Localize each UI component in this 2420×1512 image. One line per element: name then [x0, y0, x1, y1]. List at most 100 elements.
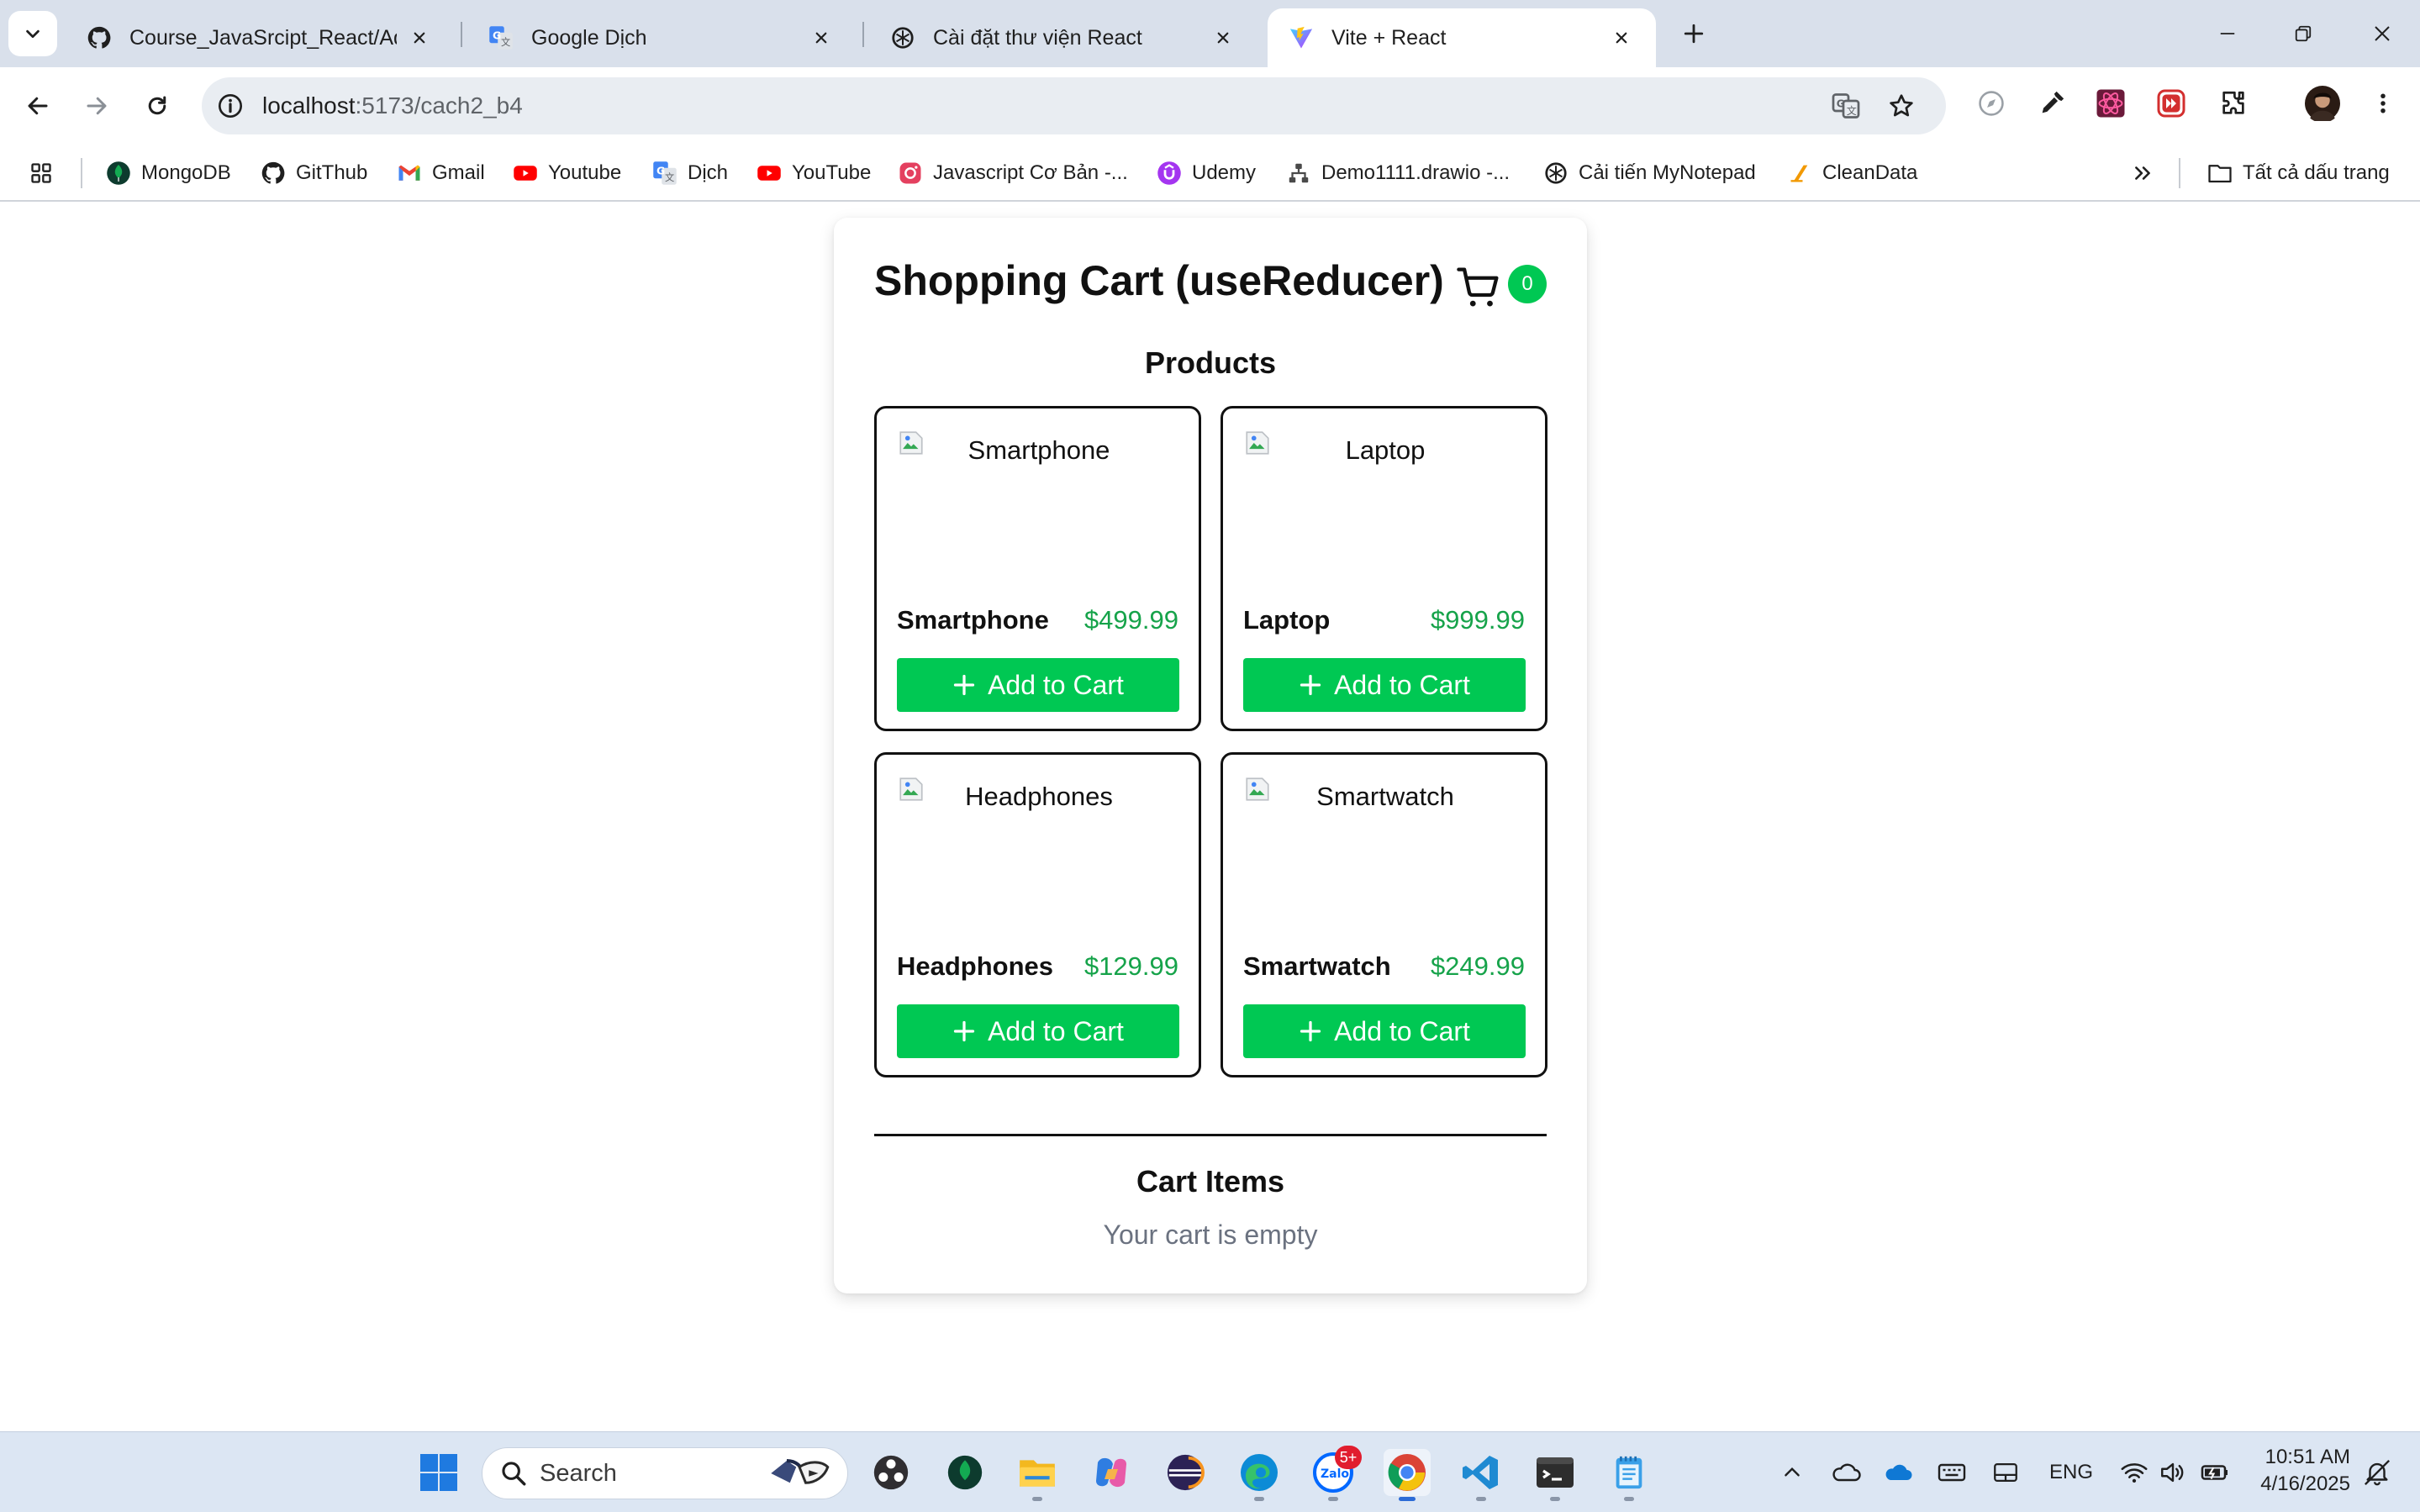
taskbar-terminal[interactable] — [1532, 1449, 1579, 1501]
chevron-down-icon — [26, 29, 40, 39]
bookmark-demo-drawio[interactable]: Demo1111.drawio -... — [1286, 156, 1510, 190]
restore-button[interactable] — [2278, 15, 2328, 52]
onedrive-business-icon[interactable] — [1880, 1456, 1916, 1489]
tab-search-button[interactable] — [8, 11, 57, 56]
more-bookmarks-button[interactable] — [2130, 156, 2165, 190]
plus-icon — [1300, 1020, 1321, 1042]
bookmark-label: CleanData — [1822, 161, 1918, 184]
onedrive-personal-icon[interactable] — [1827, 1456, 1864, 1489]
bookmark-dich[interactable]: G文 Dịch — [652, 156, 728, 190]
close-icon — [2375, 26, 2390, 41]
start-button[interactable] — [415, 1449, 462, 1496]
bookmark-gitthub[interactable]: GitThub — [261, 156, 367, 190]
close-tab-icon[interactable] — [809, 25, 834, 50]
products-heading: Products — [1144, 345, 1277, 380]
apps-grid-button[interactable] — [29, 156, 64, 190]
copilot-icon — [1096, 1457, 1126, 1488]
all-bookmarks-button[interactable]: Tất cả dấu trang — [2207, 156, 2390, 190]
taskbar-vscode[interactable] — [1458, 1449, 1505, 1501]
product-card-smartwatch: Smartwatch Smartwatch $249.99 Add to Car… — [1221, 752, 1547, 1077]
compass-extension-icon[interactable] — [1972, 84, 2011, 123]
tab-google-dich[interactable]: G文 Google Dịch — [467, 8, 856, 67]
bookmark-cai-tien-mynotepad[interactable]: Cải tiến MyNotepad — [1543, 156, 1756, 190]
react-devtools-extension-icon[interactable] — [2091, 84, 2130, 123]
add-to-cart-button[interactable]: Add to Cart — [1243, 658, 1526, 712]
taskbar-eclipse[interactable] — [1162, 1449, 1209, 1496]
product-price: $129.99 — [1083, 951, 1178, 981]
taskbar-obs[interactable] — [867, 1449, 915, 1496]
restore-icon — [2295, 25, 2312, 42]
cleandata-icon — [1787, 161, 1812, 186]
page-title: Shopping Cart (useReducer) — [874, 257, 1444, 304]
taskbar-zalo[interactable]: Zalo 5+ — [1310, 1446, 1362, 1501]
close-tab-icon[interactable] — [407, 25, 432, 50]
close-tab-icon[interactable] — [1210, 25, 1236, 50]
touchpad-icon[interactable] — [1987, 1456, 2024, 1489]
profile-avatar[interactable] — [2303, 84, 2342, 123]
extensions-puzzle-icon[interactable] — [2214, 84, 2253, 123]
volume-icon[interactable] — [2155, 1456, 2191, 1489]
svg-text:G: G — [656, 164, 665, 176]
language-indicator[interactable]: ENG — [2044, 1456, 2098, 1489]
taskbar-copilot[interactable] — [1088, 1449, 1135, 1496]
wifi-icon[interactable] — [2117, 1456, 2152, 1489]
forward-button[interactable] — [76, 85, 118, 127]
tab-course-javascript[interactable]: Course_JavaSrcipt_React/Admin — [66, 8, 454, 67]
running-indicator — [1328, 1497, 1338, 1501]
minimize-icon — [2220, 33, 2235, 34]
back-button[interactable] — [17, 85, 59, 127]
taskbar-edge[interactable] — [1236, 1449, 1283, 1501]
notifications-icon[interactable] — [2359, 1456, 2396, 1489]
battery-icon[interactable] — [2197, 1456, 2233, 1489]
taskbar-search-box[interactable]: Search — [482, 1447, 848, 1499]
add-to-cart-button[interactable]: Add to Cart — [897, 1004, 1179, 1058]
product-name: Laptop — [1243, 605, 1331, 635]
reload-button[interactable] — [136, 85, 178, 127]
tab-cai-dat-thu-vien-react[interactable]: Cài đặt thư viện React — [869, 8, 1257, 67]
bookmark-youtube-1[interactable]: Youtube — [513, 156, 621, 190]
add-to-cart-label: Add to Cart — [1334, 669, 1470, 700]
shopping-cart-icon[interactable] — [1456, 265, 1501, 310]
bookmark-javascript-co-ban[interactable]: Javascript Cơ Bản -... — [898, 156, 1128, 190]
add-to-cart-label: Add to Cart — [1334, 1015, 1470, 1046]
bookmark-youtube-2[interactable]: YouTube — [757, 156, 871, 190]
bookmark-star-icon[interactable] — [1885, 89, 1918, 123]
add-to-cart-button[interactable]: Add to Cart — [897, 658, 1179, 712]
add-to-cart-button[interactable]: Add to Cart — [1243, 1004, 1526, 1058]
url-text: localhost:5173/cach2_b4 — [262, 92, 523, 119]
taskbar-chrome[interactable] — [1384, 1449, 1431, 1501]
keyboard-icon[interactable] — [1933, 1456, 1970, 1489]
eyedropper-extension-icon[interactable] — [2032, 84, 2071, 123]
translate-page-icon[interactable]: G文 — [1829, 89, 1863, 123]
chrome-menu-icon[interactable] — [2364, 84, 2402, 123]
bookmark-udemy[interactable]: Udemy — [1157, 156, 1256, 190]
taskbar-file-explorer[interactable] — [1014, 1449, 1061, 1501]
cart-empty-message: Your cart is empty — [1103, 1220, 1318, 1250]
product-image-alt-text: Smartwatch — [1316, 782, 1454, 811]
minimize-button[interactable] — [2202, 15, 2253, 52]
mongodb-icon — [106, 161, 131, 186]
bookmark-mongodb[interactable]: MongoDB — [106, 156, 231, 190]
openai-icon — [889, 24, 916, 51]
close-window-button[interactable] — [2357, 15, 2407, 52]
show-hidden-icons-button[interactable] — [1775, 1456, 1809, 1489]
bookmark-cleandata[interactable]: CleanData — [1787, 156, 1917, 190]
address-bar[interactable]: localhost:5173/cach2_b4 G文 — [202, 77, 1946, 134]
new-tab-button[interactable] — [1675, 15, 1712, 52]
windows-logo-icon — [420, 1454, 457, 1491]
tab-vite-react[interactable]: Vite + React — [1268, 8, 1656, 67]
product-image-alt-text: Smartphone — [967, 435, 1110, 465]
product-image: Smartwatch — [1243, 775, 1527, 935]
running-indicator — [1476, 1497, 1486, 1501]
site-info-icon[interactable] — [214, 89, 247, 123]
taskbar-clock[interactable]: 10:51 AM 4/16/2025 — [2253, 1444, 2350, 1498]
shopping-cart-container: Shopping Cart (useReducer) 0 Products Sm… — [834, 218, 1587, 1293]
youtube-icon — [513, 161, 538, 186]
media-extension-icon[interactable] — [2152, 84, 2191, 123]
taskbar-notepad[interactable] — [1605, 1449, 1653, 1501]
bookmark-gmail[interactable]: Gmail — [397, 156, 485, 190]
taskbar-mongodb-compass[interactable] — [941, 1449, 989, 1496]
close-tab-icon[interactable] — [1609, 25, 1634, 50]
svg-text:G: G — [493, 29, 501, 41]
svg-text:文: 文 — [665, 171, 674, 183]
